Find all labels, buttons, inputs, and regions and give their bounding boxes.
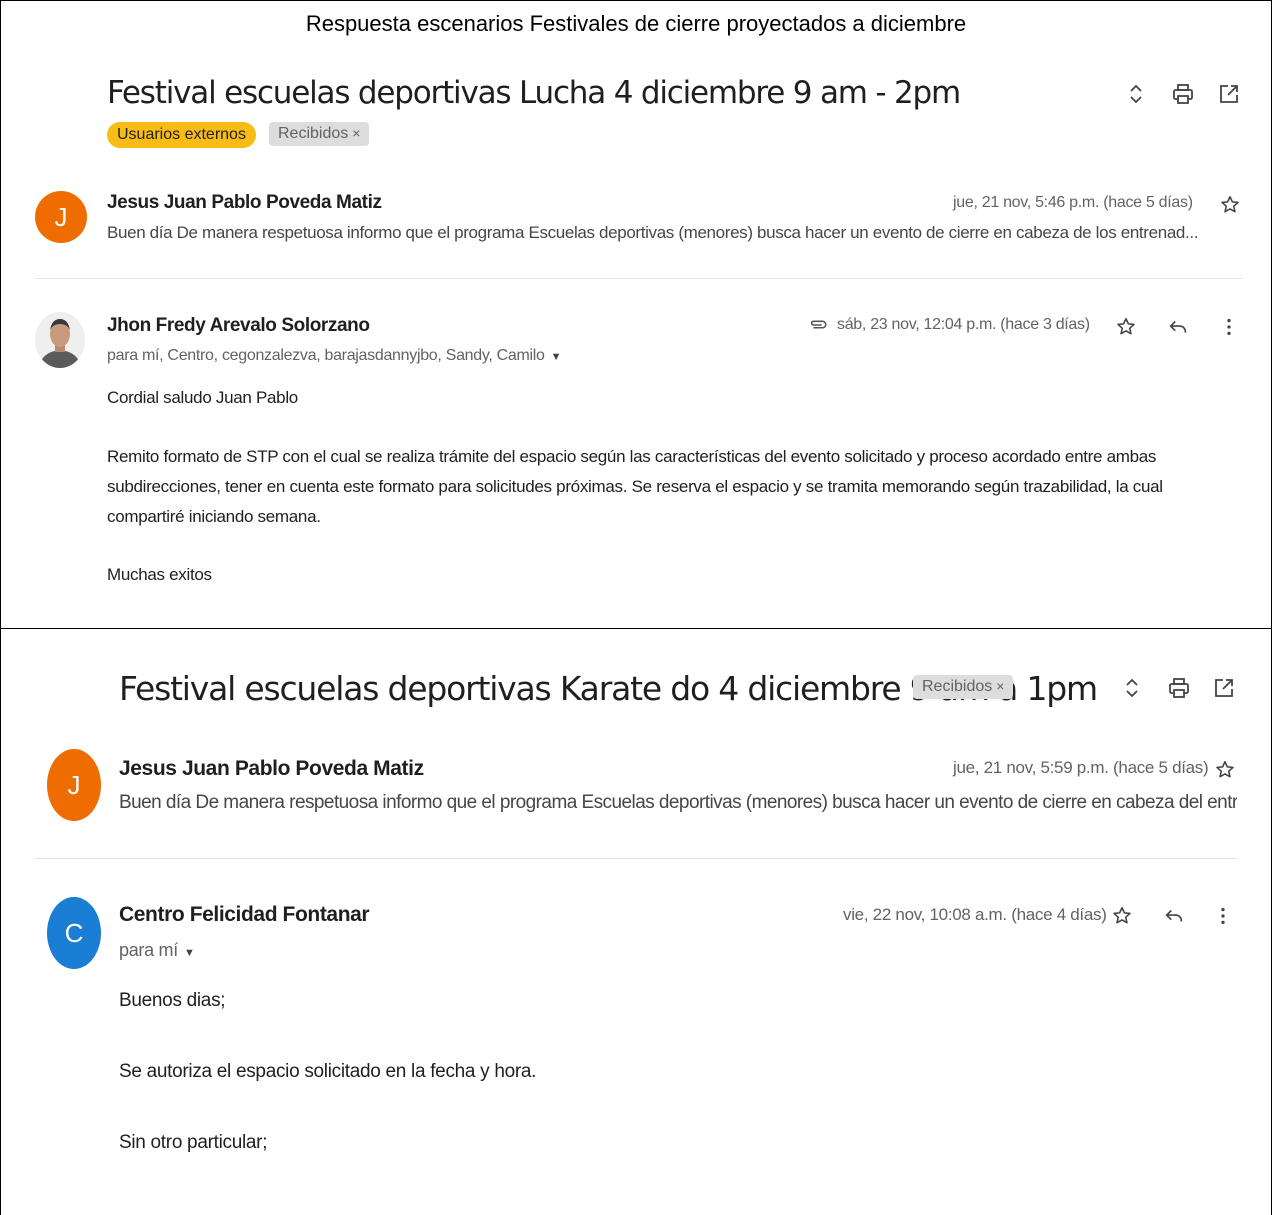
more-vert-icon[interactable]	[1217, 315, 1241, 339]
label-recibidos[interactable]: Recibidos ×	[269, 122, 370, 146]
more-vert-icon[interactable]	[1211, 904, 1235, 928]
open-in-new-icon[interactable]	[1216, 81, 1242, 107]
avatar	[35, 312, 85, 368]
divider	[35, 858, 1237, 859]
recipients-dropdown[interactable]: para mí ▼	[119, 940, 195, 961]
message-date: jue, 21 nov, 5:46 p.m. (hace 5 días)	[953, 194, 1193, 211]
sender-name[interactable]: Jesus Juan Pablo Poveda Matiz	[119, 757, 424, 781]
unfold-icon[interactable]	[1123, 81, 1149, 107]
message-snippet[interactable]: Buen día De manera respetuosa informo qu…	[119, 792, 1237, 814]
message-body-paragraph: Remito formato de STP con el cual se rea…	[107, 447, 1163, 526]
message-body-greeting: Cordial saludo Juan Pablo	[107, 388, 298, 407]
remove-label-icon[interactable]: ×	[996, 678, 1004, 694]
message-body-paragraph: Se autoriza el espacio solicitado en la …	[119, 1061, 537, 1082]
label-text: Recibidos	[278, 125, 349, 142]
caret-down-icon[interactable]: ▼	[184, 947, 195, 959]
recipients-text: para mí, Centro, cegonzalezva, barajasda…	[107, 347, 545, 364]
label-usuarios-externos[interactable]: Usuarios externos	[107, 122, 256, 148]
label-text: Usuarios externos	[117, 126, 246, 143]
open-in-new-icon[interactable]	[1211, 675, 1237, 701]
reply-icon[interactable]	[1166, 315, 1190, 339]
thread-panel-karate: Festival escuelas deportivas Karate do 4…	[0, 628, 1272, 1215]
message-body-greeting: Buenos dias;	[119, 990, 226, 1011]
avatar: J	[47, 749, 101, 821]
caret-down-icon[interactable]: ▼	[551, 351, 562, 363]
thread-subject: Festival escuelas deportivas Lucha 4 dic…	[107, 75, 961, 111]
attachment-icon	[806, 313, 830, 337]
recipients-text: para mí	[119, 940, 178, 960]
message-date: jue, 21 nov, 5:59 p.m. (hace 5 días)	[953, 758, 1209, 777]
message-body-closing: Sin otro particular;	[119, 1132, 268, 1153]
thread-panel-lucha: Respuesta escenarios Festivales de cierr…	[0, 0, 1272, 629]
star-icon[interactable]	[1218, 193, 1242, 217]
message-date: sáb, 23 nov, 12:04 p.m. (hace 3 días)	[837, 316, 1090, 333]
sender-name[interactable]: Centro Felicidad Fontanar	[119, 903, 370, 927]
divider	[35, 278, 1243, 279]
reply-icon[interactable]	[1162, 904, 1186, 928]
message-snippet[interactable]: Buen día De manera respetuosa informo qu…	[107, 223, 1237, 243]
print-icon[interactable]	[1170, 81, 1196, 107]
message-body-closing: Muchas exitos	[107, 565, 212, 584]
star-icon[interactable]	[1114, 315, 1138, 339]
sender-name[interactable]: Jhon Fredy Arevalo Solorzano	[107, 315, 370, 337]
label-text: Recibidos	[922, 678, 993, 695]
recipients-dropdown[interactable]: para mí, Centro, cegonzalezva, barajasda…	[107, 347, 562, 365]
label-recibidos[interactable]: Recibidos ×	[913, 675, 1014, 699]
remove-label-icon[interactable]: ×	[352, 125, 360, 141]
star-icon[interactable]	[1110, 904, 1134, 928]
document-title: Respuesta escenarios Festivales de cierr…	[305, 11, 967, 36]
unfold-icon[interactable]	[1119, 675, 1145, 701]
print-icon[interactable]	[1166, 675, 1192, 701]
star-icon[interactable]	[1213, 758, 1237, 782]
avatar: C	[47, 897, 101, 969]
sender-name[interactable]: Jesus Juan Pablo Poveda Matiz	[107, 192, 382, 214]
avatar: J	[35, 191, 87, 243]
message-date: vie, 22 nov, 10:08 a.m. (hace 4 días)	[843, 905, 1107, 924]
